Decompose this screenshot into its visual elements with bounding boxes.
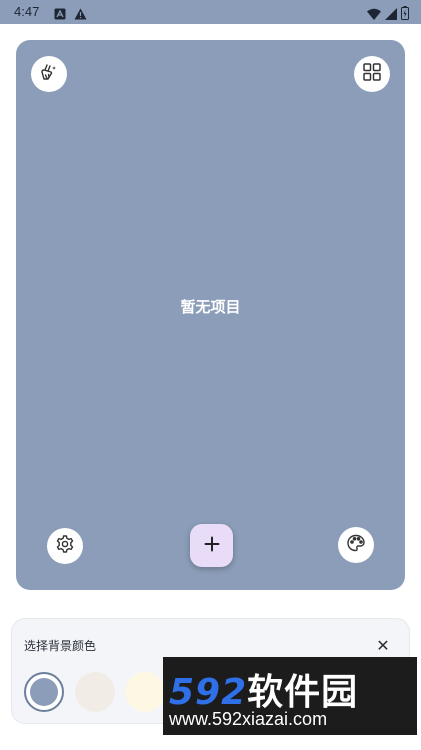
sparkle-broom-icon (39, 62, 59, 86)
a-notification-icon (54, 5, 66, 24)
battery-icon (401, 5, 409, 24)
swatch-fill (30, 678, 58, 706)
gear-icon (55, 534, 75, 558)
grid-view-button[interactable] (354, 56, 390, 92)
sheet-title: 选择背景颜色 (24, 639, 97, 653)
empty-state-text: 暂无项目 (180, 298, 241, 316)
close-icon: ✕ (376, 635, 390, 655)
warning-icon (74, 5, 87, 24)
clean-button[interactable] (31, 56, 67, 92)
palette-icon (346, 533, 366, 557)
plus-icon (204, 536, 220, 556)
theme-button[interactable] (338, 527, 374, 563)
project-board: 暂无项目 (16, 40, 405, 590)
status-right-icons (367, 5, 409, 24)
status-left-icons (54, 5, 87, 24)
signal-icon (385, 5, 397, 24)
settings-button[interactable] (47, 528, 83, 564)
color-swatch-selected[interactable] (24, 672, 64, 712)
status-time: 4:47 (14, 4, 40, 19)
add-project-button[interactable] (190, 524, 233, 567)
close-button[interactable]: ✕ (372, 634, 394, 656)
color-swatch[interactable] (125, 672, 165, 712)
status-bar: 4:47 (0, 0, 421, 24)
watermark-brand-number: 592 (169, 672, 248, 713)
grid-icon (362, 62, 382, 86)
site-watermark: 592软件园 www.592xiazai.com (163, 657, 417, 735)
wifi-icon (367, 5, 381, 24)
watermark-brand: 592软件园 (169, 663, 358, 715)
color-swatch[interactable] (75, 672, 115, 712)
watermark-brand-text: 软件园 (247, 672, 359, 713)
watermark-url: www.592xiazai.com (169, 709, 328, 729)
